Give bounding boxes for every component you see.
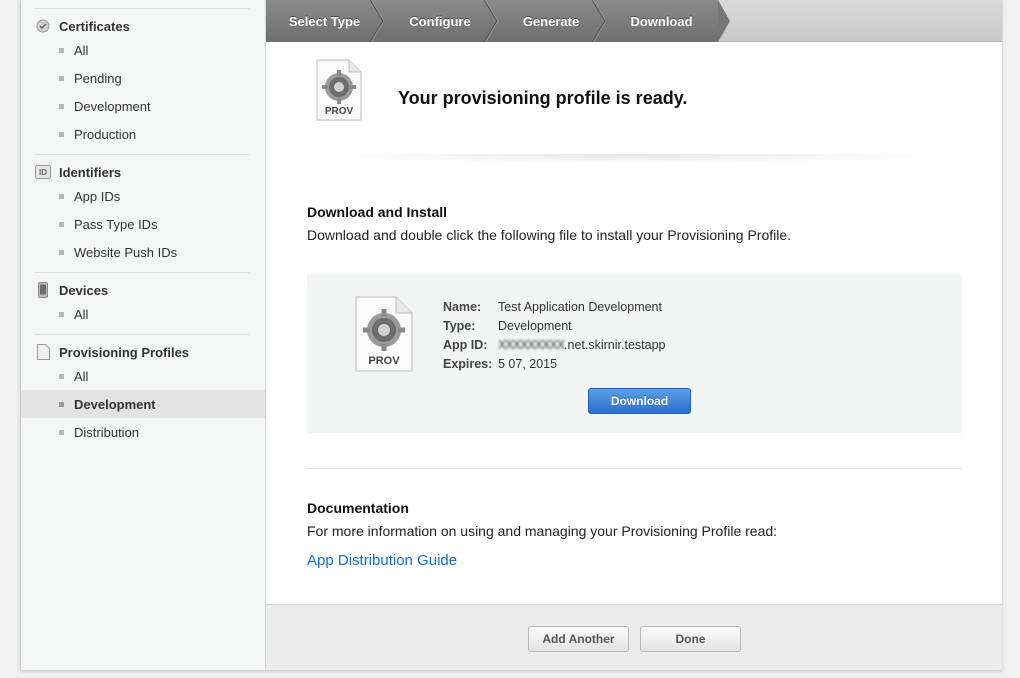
profile-type-value: Development: [498, 319, 572, 333]
sidebar-heading-label: Certificates: [59, 18, 130, 34]
bullet-icon: [59, 311, 64, 317]
sidebar-item-label: App IDs: [74, 188, 121, 204]
step-separator-icon: [592, 0, 606, 42]
iphone-icon: [35, 282, 51, 298]
id-badge-icon: ID: [35, 164, 51, 180]
documentation-heading: Documentation: [307, 500, 409, 516]
sidebar-heading-certificates[interactable]: Certificates: [35, 16, 249, 36]
steps-progress: Select Type Configure Generate Download: [266, 0, 730, 42]
prov-icon-label: PROV: [324, 106, 354, 117]
bullet-icon: [59, 221, 64, 227]
app-distribution-guide-link[interactable]: App Distribution Guide: [307, 552, 457, 569]
bullet-icon: [59, 401, 64, 407]
sidebar-item-profiles-development[interactable]: Development: [21, 390, 265, 418]
bullet-icon: [59, 75, 64, 81]
step-label: Generate: [522, 13, 580, 29]
documentation-text: For more information on using and managi…: [307, 523, 778, 539]
bullet-icon: [59, 131, 64, 137]
profile-details: Name: Test Application Development Type:…: [443, 300, 666, 376]
sidebar-item-label: All: [74, 42, 89, 58]
sidebar-item-label: Pending: [74, 70, 122, 86]
footer-bar: Add Another Done: [266, 604, 1002, 670]
bullet-icon: [59, 103, 64, 109]
profile-panel: PROV Name: Test Application Development …: [307, 274, 962, 433]
sidebar-heading-label: Devices: [59, 282, 109, 298]
profile-expires-row: Expires: 5 07, 2015: [443, 357, 666, 376]
id-badge-text: ID: [39, 167, 47, 177]
provisioning-profile-file-icon[interactable]: PROV: [355, 296, 413, 372]
app-id-redacted-prefix: XXXXXXXXX: [498, 338, 565, 352]
sidebar-item-label: All: [74, 368, 89, 384]
step-arrow-tip-icon: [718, 0, 730, 42]
profile-type-row: Type: Development: [443, 319, 666, 338]
sidebar-item-devices-all[interactable]: All: [35, 300, 249, 328]
sidebar-item-profiles-distribution[interactable]: Distribution: [35, 418, 249, 446]
sidebar-heading-devices[interactable]: Devices: [35, 280, 249, 300]
step-label: Select Type: [288, 13, 361, 29]
main-content: PROV Your provisioning profile is ready.…: [266, 42, 1002, 604]
sidebar-item-certificates-production[interactable]: Production: [35, 120, 249, 148]
profile-name-row: Name: Test Application Development: [443, 300, 666, 319]
download-install-text: Download and double click the following …: [307, 227, 792, 243]
sidebar: Certificates All Pending Development Pro…: [21, 0, 266, 670]
bullet-icon: [59, 249, 64, 255]
prov-file-icon-label: PROV: [368, 355, 400, 367]
step-select-type: Select Type: [266, 0, 384, 42]
step-configure: Configure: [383, 0, 498, 42]
sidebar-item-label: Development: [74, 98, 151, 114]
bullet-icon: [59, 429, 64, 435]
profile-app-id-row: App ID: XXXXXXXXX.net.skirnir.testapp: [443, 338, 666, 357]
steps-bar: Select Type Configure Generate Download: [266, 0, 1002, 42]
bullet-icon: [59, 193, 64, 199]
app-window: Certificates All Pending Development Pro…: [20, 0, 1002, 670]
sidebar-heading-identifiers[interactable]: ID Identifiers: [35, 162, 249, 182]
sidebar-group-devices: Devices All: [35, 272, 249, 334]
provisioning-profile-icon: PROV: [316, 59, 362, 121]
section-divider: [307, 468, 962, 469]
profile-app-id-key: App ID:: [443, 338, 488, 352]
sidebar-group-identifiers: ID Identifiers App IDs Pass Type IDs Web…: [35, 154, 249, 272]
profile-app-id-value: XXXXXXXXX.net.skirnir.testapp: [498, 338, 666, 357]
sidebar-item-label: Website Push IDs: [74, 244, 178, 260]
sidebar-group-certificates: Certificates All Pending Development Pro…: [35, 8, 249, 154]
sidebar-item-app-ids[interactable]: App IDs: [35, 182, 249, 210]
sidebar-item-label: Distribution: [74, 424, 140, 440]
sidebar-item-label: Production: [74, 126, 137, 142]
sidebar-item-certificates-all[interactable]: All: [35, 36, 249, 64]
profile-name-value: Test Application Development: [498, 300, 662, 314]
step-separator-icon: [370, 0, 384, 42]
page-title: Your provisioning profile is ready.: [398, 88, 688, 108]
document-icon: [35, 344, 51, 360]
step-label: Configure: [409, 13, 471, 29]
step-generate: Generate: [497, 0, 606, 42]
sidebar-heading-label: Identifiers: [59, 164, 122, 180]
download-install-heading: Download and Install: [307, 204, 448, 220]
sidebar-item-certificates-pending[interactable]: Pending: [35, 64, 249, 92]
hero-divider: [306, 154, 962, 164]
certificate-icon: [35, 18, 51, 34]
sidebar-item-pass-type-ids[interactable]: Pass Type IDs: [35, 210, 249, 238]
profile-expires-value: 5 07, 2015: [498, 357, 558, 371]
step-download: Download: [605, 0, 718, 42]
bullet-icon: [59, 373, 64, 379]
bullet-icon: [59, 47, 64, 53]
sidebar-heading-provisioning-profiles[interactable]: Provisioning Profiles: [35, 342, 249, 362]
profile-expires-key: Expires:: [443, 357, 493, 371]
sidebar-item-label: All: [74, 306, 89, 322]
sidebar-item-website-push-ids[interactable]: Website Push IDs: [35, 238, 249, 266]
profile-type-key: Type:: [443, 319, 476, 333]
add-another-button[interactable]: Add Another: [528, 626, 629, 652]
done-button[interactable]: Done: [640, 626, 741, 652]
sidebar-item-label: Pass Type IDs: [74, 216, 158, 232]
sidebar-item-profiles-all[interactable]: All: [35, 362, 249, 390]
step-separator-icon: [484, 0, 498, 42]
download-button[interactable]: Download: [588, 388, 691, 414]
profile-name-key: Name:: [443, 300, 482, 314]
sidebar-item-certificates-development[interactable]: Development: [35, 92, 249, 120]
sidebar-item-label: Development: [74, 396, 156, 412]
sidebar-group-provisioning-profiles: Provisioning Profiles All Development Di…: [21, 334, 265, 452]
sidebar-heading-label: Provisioning Profiles: [59, 344, 190, 360]
app-id-suffix: .net.skirnir.testapp: [564, 338, 666, 352]
step-label: Download: [630, 13, 693, 29]
